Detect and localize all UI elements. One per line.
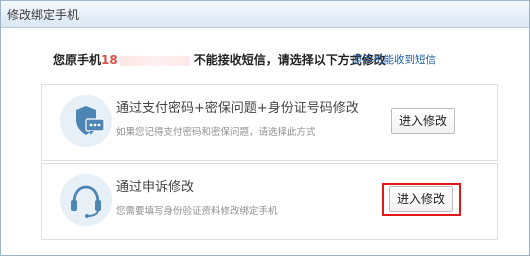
option-desc-appeal: 您需要填写身份验证资料修改绑定手机 (116, 206, 278, 217)
headline-prefix: 您原手机 (53, 53, 102, 67)
headline: 您原手机18 不能接收短信，请选择以下方式修改 (53, 51, 386, 68)
modify-phone-dialog: 修改绑定手机 您原手机18 不能接收短信，请选择以下方式修改 原手机能收到短信 通… (0, 0, 530, 256)
phone-receives-sms-link[interactable]: 原手机能收到短信 (352, 52, 436, 67)
enter-modify-button-password[interactable]: 进入修改 (391, 108, 455, 134)
option-title-appeal: 通过申诉修改 (116, 180, 195, 195)
title-bar: 修改绑定手机 (1, 1, 529, 28)
option-title-password: 通过支付密码+密保问题+身份证号码修改 (116, 101, 359, 116)
enter-modify-button-appeal[interactable]: 进入修改 (389, 186, 453, 212)
phone-mask (119, 55, 190, 66)
dialog-title: 修改绑定手机 (7, 8, 80, 22)
option-card-appeal: 通过申诉修改 您需要填写身份验证资料修改绑定手机 进入修改 (41, 163, 498, 240)
shield-chat-icon (60, 95, 112, 147)
headset-icon (60, 174, 112, 226)
option-card-password: 通过支付密码+密保问题+身份证号码修改 如果您记得支付密码和密保问题，请选择此方… (41, 84, 498, 161)
option-desc-password: 如果您记得支付密码和密保问题，请选择此方式 (116, 127, 316, 138)
phone-number: 18 (101, 53, 118, 67)
